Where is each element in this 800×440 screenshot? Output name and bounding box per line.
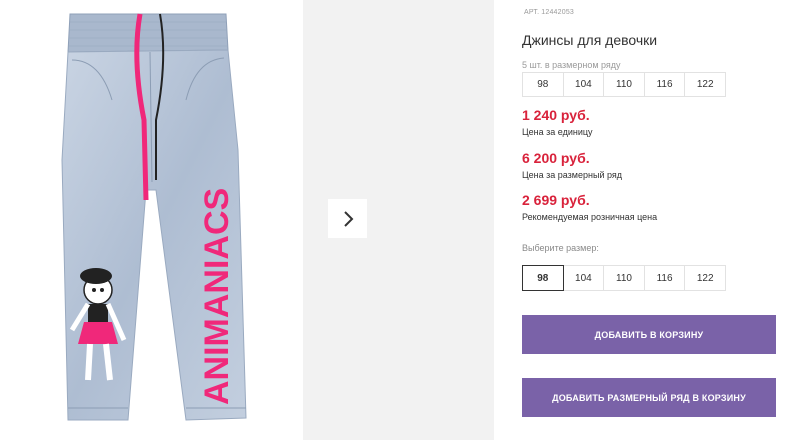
size-option-122[interactable]: 122	[684, 265, 726, 291]
print-text: ANIMANIACS	[198, 188, 236, 405]
size-row-item: 98	[522, 72, 564, 97]
size-selector: 98 104 110 116 122	[522, 265, 726, 291]
article-label: АРТ.	[524, 9, 540, 16]
product-image[interactable]: ANIMANIACS	[0, 0, 290, 440]
product-title: Джинсы для девочки	[522, 32, 658, 48]
row-price: 6 200 руб.	[522, 150, 590, 166]
jeans-illustration: ANIMANIACS	[61, 13, 247, 421]
size-row-note: 5 шт. в размерном ряду	[522, 60, 621, 70]
row-price-label: Цена за размерный ряд	[522, 170, 623, 180]
unit-price: 1 240 руб.	[522, 107, 590, 123]
product-info: АРТ. 12442053 Джинсы для девочки 5 шт. в …	[522, 0, 800, 440]
choose-size-label: Выберите размер:	[522, 243, 599, 253]
image-gallery-panel	[303, 0, 494, 440]
size-row-item: 122	[684, 72, 726, 97]
size-option-110[interactable]: 110	[603, 265, 645, 291]
unit-price-label: Цена за единицу	[522, 127, 593, 137]
size-option-98[interactable]: 98	[522, 265, 564, 291]
size-row-item: 116	[643, 72, 686, 97]
article-value: 12442053	[541, 9, 575, 16]
add-size-row-to-cart-button[interactable]: ДОБАВИТЬ РАЗМЕРНЫЙ РЯД В КОРЗИНУ	[522, 378, 776, 417]
size-row-list: 98 104 110 116 122	[522, 72, 726, 97]
size-row-item: 110	[603, 72, 645, 97]
size-option-116[interactable]: 116	[643, 265, 686, 291]
chevron-right-icon	[343, 210, 353, 227]
size-option-104[interactable]: 104	[562, 265, 605, 291]
retail-price: 2 699 руб.	[522, 192, 590, 208]
add-to-cart-button[interactable]: ДОБАВИТЬ В КОРЗИНУ	[522, 315, 776, 354]
article-number: АРТ. 12442053	[522, 9, 574, 16]
retail-price-label: Рекомендуемая розничная цена	[522, 212, 658, 222]
size-row-item: 104	[562, 72, 605, 97]
next-image-button[interactable]	[328, 199, 367, 238]
